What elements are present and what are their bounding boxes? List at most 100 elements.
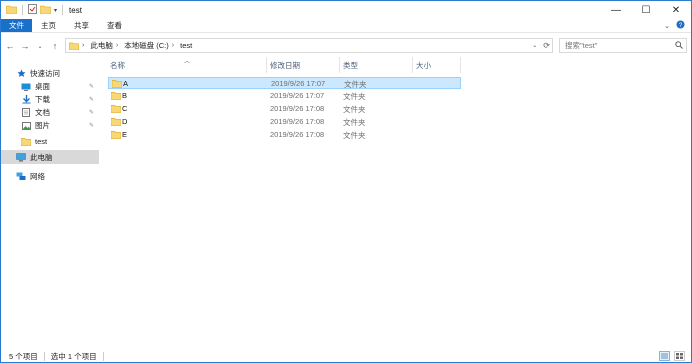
navigation-bar: ← → ⌄ ↑ › 此电脑 › 本地磁盘 (C:) › test ⌄ ⟳	[1, 36, 691, 56]
sidebar-item-this-pc[interactable]: 此电脑	[1, 150, 99, 164]
pin-icon[interactable]: ✎	[89, 83, 94, 90]
folder-icon	[21, 137, 31, 146]
file-date: 2019/9/26 17:07	[271, 79, 326, 88]
divider	[22, 5, 23, 15]
file-row[interactable]: A 2019/9/26 17:07 文件夹	[108, 77, 461, 89]
breadcrumb-this-pc[interactable]: 此电脑	[90, 40, 113, 51]
sidebar-item-label: 此电脑	[30, 152, 53, 162]
search-input[interactable]	[565, 41, 670, 50]
file-date: 2019/9/26 17:08	[270, 117, 325, 126]
file-row[interactable]: D 2019/9/26 17:08 文件夹	[108, 116, 461, 128]
sidebar-item-test[interactable]: test	[1, 134, 99, 148]
recent-locations-icon[interactable]: ⌄	[34, 38, 46, 54]
tab-share[interactable]: 共享	[65, 19, 98, 32]
pin-icon[interactable]: ✎	[89, 122, 94, 129]
window-controls: — ☐ ✕	[601, 1, 691, 19]
sidebar-item-label: test	[35, 136, 48, 146]
explorer-window: ▾ test — ☐ ✕ 文件 主页 共享 查看 ⌄ ? ← → ⌄ ↑ › 此…	[0, 0, 692, 363]
close-button[interactable]: ✕	[661, 1, 691, 19]
sidebar-item-downloads[interactable]: 下载 ✎	[1, 93, 99, 106]
folder-icon	[110, 104, 122, 115]
file-row[interactable]: B 2019/9/26 17:07 文件夹	[108, 90, 461, 102]
file-type: 文件夹	[343, 131, 366, 140]
file-name: D	[122, 117, 128, 126]
back-arrow-icon[interactable]: ←	[4, 38, 16, 54]
file-name: C	[122, 104, 128, 113]
computer-icon	[16, 152, 26, 162]
properties-icon[interactable]	[28, 4, 37, 16]
sidebar-item-label: 文档	[35, 108, 50, 117]
pin-icon[interactable]: ✎	[89, 96, 94, 103]
document-icon	[21, 108, 31, 117]
file-name: B	[122, 91, 128, 100]
sidebar-item-label: 快速访问	[30, 69, 60, 78]
large-icons-view-icon[interactable]	[674, 351, 685, 361]
sidebar-item-network[interactable]: 网络	[1, 170, 99, 183]
sidebar-item-desktop[interactable]: 桌面 ✎	[1, 80, 99, 93]
column-header-size[interactable]: 大小	[413, 57, 461, 73]
divider	[62, 5, 64, 15]
column-header-type[interactable]: 类型	[340, 57, 413, 73]
divider	[102, 351, 104, 361]
help-icon[interactable]: ?	[676, 20, 685, 31]
file-row[interactable]: C 2019/9/26 17:08 文件夹	[108, 103, 461, 115]
download-icon	[21, 95, 31, 104]
sidebar-item-quick-access[interactable]: 快速访问	[1, 67, 99, 80]
ribbon-right-controls: ⌄ ?	[664, 19, 691, 32]
quick-access-toolbar: ▾	[1, 1, 65, 19]
address-bar[interactable]: › 此电脑 › 本地磁盘 (C:) › test ⌄ ⟳	[65, 38, 553, 53]
view-switcher	[659, 351, 685, 361]
title-bar: ▾ test — ☐ ✕	[1, 1, 691, 19]
tab-view[interactable]: 查看	[98, 19, 131, 32]
divider	[43, 351, 45, 361]
search-icon[interactable]	[675, 41, 683, 51]
network-icon	[16, 172, 26, 181]
file-row[interactable]: E 2019/9/26 17:08 文件夹	[108, 129, 461, 141]
navigation-pane: 快速访问 桌面 ✎ 下载 ✎ 文档 ✎ 图片 ✎ test 此电脑 网络	[1, 61, 99, 346]
minimize-button[interactable]: —	[601, 1, 631, 19]
folder-icon	[5, 5, 18, 16]
status-bar: 5 个项目 选中 1 个项目	[1, 349, 691, 363]
search-box[interactable]	[559, 38, 687, 53]
star-icon	[16, 69, 26, 78]
up-arrow-icon[interactable]: ↑	[49, 38, 61, 54]
maximize-button[interactable]: ☐	[631, 1, 661, 19]
pictures-icon	[21, 121, 31, 130]
address-tools: ⌄ ⟳	[532, 39, 550, 52]
file-type: 文件夹	[343, 105, 366, 114]
folder-icon	[110, 117, 122, 128]
selection-count: 选中 1 个项目	[50, 351, 97, 361]
details-view-icon[interactable]	[659, 351, 670, 361]
refresh-icon[interactable]: ⟳	[543, 41, 550, 50]
column-header-date[interactable]: 修改日期	[267, 57, 340, 73]
breadcrumb-local-disk[interactable]: 本地磁盘 (C:)	[124, 40, 169, 51]
breadcrumb-test[interactable]: test	[180, 41, 192, 50]
window-title: test	[69, 5, 82, 15]
folder-icon	[110, 130, 122, 141]
tab-home[interactable]: 主页	[32, 19, 65, 32]
chevron-down-icon[interactable]: ⌄	[532, 42, 537, 49]
chevron-right-icon[interactable]: ›	[82, 42, 84, 49]
sidebar-item-pictures[interactable]: 图片 ✎	[1, 119, 99, 132]
sidebar-item-label: 网络	[30, 172, 45, 181]
customize-toolbar-icon[interactable]: ▾	[54, 7, 57, 14]
file-type: 文件夹	[344, 80, 367, 89]
file-date: 2019/9/26 17:08	[270, 104, 325, 113]
new-folder-icon[interactable]	[39, 5, 52, 16]
tab-file[interactable]: 文件	[1, 19, 32, 32]
desktop-icon	[21, 82, 31, 91]
pin-icon[interactable]: ✎	[89, 109, 94, 116]
folder-icon	[110, 91, 122, 102]
file-name: A	[123, 79, 129, 88]
column-header-name[interactable]: 名称	[107, 57, 267, 73]
forward-arrow-icon[interactable]: →	[19, 38, 31, 54]
file-type: 文件夹	[343, 118, 366, 127]
file-name: E	[122, 130, 128, 139]
chevron-right-icon[interactable]: ›	[116, 42, 118, 49]
file-type: 文件夹	[343, 92, 366, 101]
sidebar-item-label: 下载	[35, 95, 50, 104]
sidebar-item-documents[interactable]: 文档 ✎	[1, 106, 99, 119]
chevron-right-icon[interactable]: ›	[172, 42, 174, 49]
file-date: 2019/9/26 17:07	[270, 91, 325, 100]
expand-ribbon-icon[interactable]: ⌄	[664, 22, 670, 30]
